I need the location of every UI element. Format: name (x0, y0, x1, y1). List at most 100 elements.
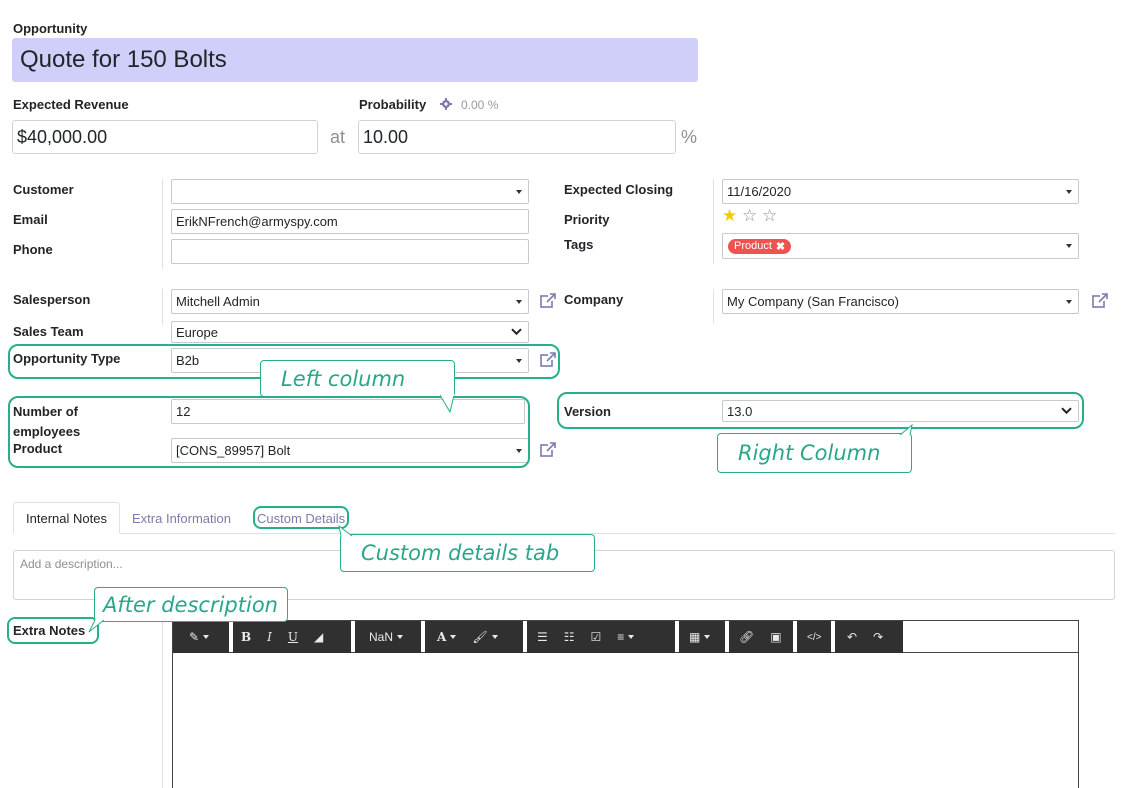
toolbar-group-insert: 🔗︎ ▣ (729, 621, 793, 653)
company-value: My Company (San Francisco) (727, 294, 899, 309)
caret-down-icon (516, 299, 522, 304)
undo-icon[interactable]: ↶ (835, 621, 865, 653)
left-column-callout-pointer (440, 394, 455, 414)
product-value: [CONS_89957] Bolt (176, 443, 291, 458)
expected-closing-value: 11/16/2020 (727, 184, 792, 199)
salesperson-select[interactable]: Mitchell Admin (171, 289, 529, 314)
company-select[interactable]: My Company (San Francisco) (722, 289, 1079, 314)
priority-stars[interactable]: ★ ☆ ☆ (722, 207, 792, 227)
font-color-icon[interactable]: A (425, 621, 464, 653)
email-field[interactable]: ErikNFrench@armyspy.com (171, 209, 529, 234)
after-description-callout-pointer (88, 619, 105, 633)
tab-extra-information[interactable]: Extra Information (132, 511, 231, 526)
expected-revenue-label: Expected Revenue (13, 97, 129, 112)
probability-computed: 0.00 % (461, 98, 499, 112)
phone-field[interactable] (171, 239, 529, 264)
product-label: Product (13, 441, 63, 456)
link-icon[interactable]: 🔗︎ (729, 621, 762, 653)
extra-notes-editor[interactable]: ✎ B I U ◢ NaN A 🖌︎ ☰ ☷ ☑ ≡ ▦ 🔗︎ ▣ </> ↶ … (172, 620, 1079, 788)
caret-down-icon (1066, 244, 1072, 248)
caret-down-icon (516, 189, 522, 194)
star-filled-icon[interactable]: ★ (722, 207, 737, 224)
customer-select[interactable] (171, 179, 529, 204)
opportunity-type-value: B2b (176, 353, 200, 368)
tab-internal-notes[interactable]: Internal Notes (13, 502, 120, 534)
probability-label: Probability (359, 97, 427, 112)
underline-icon[interactable]: U (280, 621, 306, 653)
font-size-button[interactable]: NaN (355, 621, 411, 653)
at-text: at (330, 127, 346, 147)
opportunity-type-label: Opportunity Type (13, 351, 121, 366)
toolbar-group-fontsize: NaN (355, 621, 421, 653)
eraser-icon[interactable]: ◢ (306, 621, 331, 653)
company-label: Company (564, 292, 624, 307)
notes-label-divider (162, 620, 163, 788)
email-label: Email (13, 212, 48, 227)
unordered-list-icon[interactable]: ☰ (527, 621, 556, 653)
bold-icon[interactable]: B (233, 621, 259, 653)
right-label-divider (713, 179, 714, 264)
checklist-icon[interactable]: ☑ (583, 621, 610, 653)
caret-down-icon (516, 358, 522, 363)
star-empty-icon[interactable]: ☆ (742, 207, 757, 224)
version-value: 13.0 (727, 403, 753, 419)
gear-icon[interactable] (440, 98, 452, 110)
chevron-down-icon (511, 328, 522, 336)
employees-label: Number of employees (13, 404, 81, 439)
magic-wand-icon[interactable]: ✎ (173, 621, 217, 653)
expected-closing-label: Expected Closing (564, 182, 674, 197)
sales-team-select[interactable]: Europe (171, 321, 529, 343)
expected-revenue-value: $40,000.00 (17, 126, 108, 147)
toolbar-group-history: ↶ ↷ (835, 621, 903, 653)
external-link-icon[interactable] (539, 351, 557, 369)
probability-value: 10.00 (363, 126, 409, 147)
italic-icon[interactable]: I (259, 621, 280, 653)
caret-down-icon (1066, 299, 1072, 304)
toolbar-group-code: </> (797, 621, 831, 653)
tags-select[interactable]: Product ✖ (722, 233, 1079, 259)
external-link-icon[interactable] (1091, 292, 1109, 310)
font-size-value: NaN (369, 630, 394, 644)
code-view-icon[interactable]: </> (797, 621, 829, 653)
product-select[interactable]: [CONS_89957] Bolt (171, 438, 529, 463)
tab-custom-details[interactable]: Custom Details (257, 511, 345, 526)
custom-tab-callout: Custom details tab (340, 534, 595, 572)
star-empty-icon[interactable]: ☆ (762, 207, 777, 224)
probability-input[interactable]: 10.00 (358, 120, 676, 154)
right-label-divider-2 (713, 289, 714, 323)
table-icon[interactable]: ▦ (679, 621, 718, 653)
brush-icon[interactable]: 🖌︎ (464, 621, 505, 653)
external-link-icon[interactable] (539, 292, 557, 310)
redo-icon[interactable]: ↷ (865, 621, 891, 653)
caret-down-icon (1066, 189, 1072, 194)
editor-toolbar: ✎ B I U ◢ NaN A 🖌︎ ☰ ☷ ☑ ≡ ▦ 🔗︎ ▣ </> ↶ … (173, 621, 1078, 653)
expected-closing-field[interactable]: 11/16/2020 (722, 179, 1079, 204)
custom-tab-callout-pointer (338, 525, 353, 537)
align-icon[interactable]: ≡ (609, 621, 642, 653)
external-link-icon[interactable] (539, 441, 557, 459)
expected-revenue-input[interactable]: $40,000.00 (12, 120, 318, 154)
ordered-list-icon[interactable]: ☷ (556, 621, 583, 653)
image-icon[interactable]: ▣ (762, 621, 789, 653)
close-icon[interactable]: ✖ (776, 240, 785, 253)
toolbar-group-table: ▦ (679, 621, 725, 653)
tag-badge[interactable]: Product ✖ (728, 238, 792, 254)
toolbar-group-format: B I U ◢ (233, 621, 351, 653)
extra-notes-label: Extra Notes (13, 623, 86, 638)
phone-label: Phone (13, 242, 53, 257)
right-column-callout: Right Column (717, 433, 912, 473)
left-label-divider (162, 179, 163, 269)
caret-down-icon (516, 448, 522, 453)
version-select[interactable]: 13.0 (722, 400, 1079, 422)
email-value: ErikNFrench@armyspy.com (176, 214, 338, 229)
salesperson-label: Salesperson (13, 292, 91, 307)
tag-label: Product (734, 240, 772, 252)
sales-team-label: Sales Team (13, 324, 84, 339)
employees-field[interactable]: 12 (171, 399, 525, 424)
percent-sign: % (681, 127, 698, 147)
tags-label: Tags (564, 237, 594, 252)
opportunity-title-input[interactable]: Quote for 150 Bolts (12, 38, 698, 82)
toolbar-group-color: A 🖌︎ (425, 621, 523, 653)
left-label-divider-2 (162, 289, 163, 325)
version-label: Version (564, 404, 611, 419)
